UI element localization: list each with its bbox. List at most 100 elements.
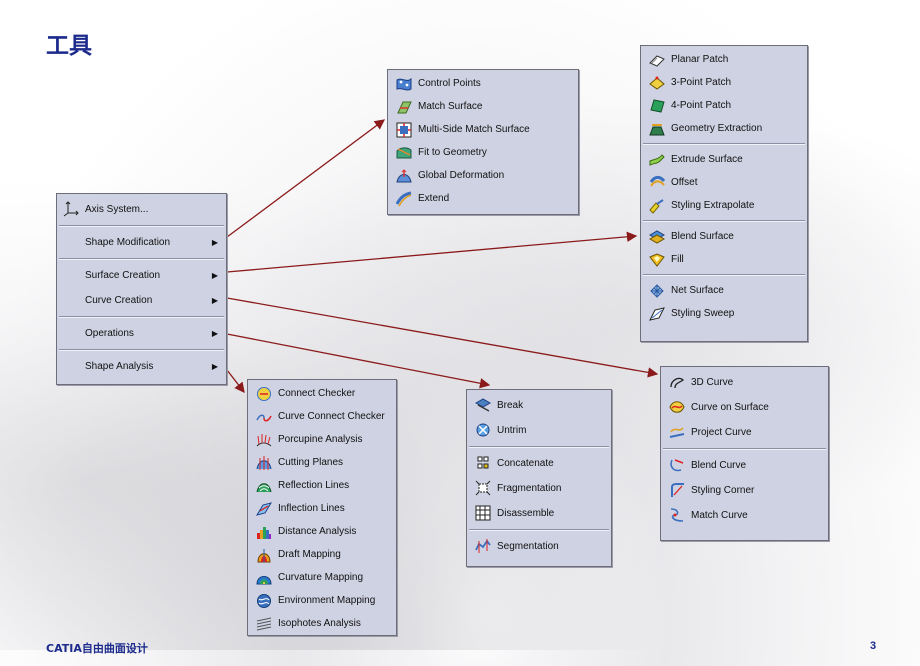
reflection-lines-button[interactable]: Reflection Lines	[248, 474, 396, 497]
cutting-planes-icon	[256, 456, 272, 470]
blend-curve-icon	[670, 459, 684, 472]
curve-on-surface-icon	[669, 401, 685, 413]
item-label: Match Curve	[691, 510, 748, 521]
extend-button[interactable]: Extend	[388, 187, 578, 210]
item-label: Match Surface	[418, 101, 483, 112]
menu-item-surface-creation[interactable]: Surface Creation ▶	[57, 263, 226, 288]
menu-item-axis-system[interactable]: Axis System...	[57, 197, 226, 222]
item-label: Inflection Lines	[278, 503, 345, 514]
styling-extrapolate-icon	[649, 199, 664, 214]
arrow-operations	[226, 333, 491, 389]
menu-item-label: Surface Creation	[85, 270, 161, 281]
porcupine-analysis-button[interactable]: Porcupine Analysis	[248, 428, 396, 451]
4-point-patch-icon	[650, 99, 665, 113]
disassemble-button[interactable]: Disassemble	[467, 501, 611, 526]
match-surface-button[interactable]: Match Surface	[388, 95, 578, 118]
control-points-button[interactable]: Control Points	[388, 72, 578, 95]
net-surface-button[interactable]: Net Surface	[641, 279, 807, 302]
shape-modification-toolbar: Control Points Match Surface Multi-Side …	[387, 69, 579, 215]
isophotes-analysis-button[interactable]: Isophotes Analysis	[248, 612, 396, 635]
environment-mapping-icon	[257, 594, 271, 608]
distance-analysis-button[interactable]: Distance Analysis	[248, 520, 396, 543]
segmentation-icon	[475, 539, 491, 553]
menu-separator	[59, 258, 224, 260]
geometry-extraction-button[interactable]: Geometry Extraction	[641, 117, 807, 140]
multi-side-match-surface-button[interactable]: Multi-Side Match Surface	[388, 118, 578, 141]
menu-item-label: Axis System...	[85, 204, 149, 215]
menu-item-label: Shape Analysis	[85, 361, 154, 372]
break-button[interactable]: Break	[467, 393, 611, 418]
reflection-lines-icon	[256, 483, 272, 493]
environment-mapping-button[interactable]: Environment Mapping	[248, 589, 396, 612]
item-label: Extrude Surface	[671, 154, 743, 165]
menu-item-operations[interactable]: Operations ▶	[57, 321, 226, 346]
project-curve-button[interactable]: Project Curve	[661, 420, 828, 445]
menu-separator	[643, 274, 805, 276]
planar-patch-icon	[649, 55, 665, 67]
styling-sweep-button[interactable]: Styling Sweep	[641, 302, 807, 325]
menu-separator	[469, 529, 609, 531]
multi-side-match-icon	[396, 122, 412, 138]
curvature-mapping-icon	[256, 576, 272, 585]
fragmentation-icon	[475, 480, 491, 496]
fill-button[interactable]: Fill	[641, 248, 807, 271]
item-label: Curvature Mapping	[278, 572, 364, 583]
menu-separator	[59, 349, 224, 351]
submenu-arrow-icon: ▶	[211, 238, 218, 247]
item-label: Blend Surface	[671, 231, 734, 242]
blend-curve-button[interactable]: Blend Curve	[661, 453, 828, 478]
extrude-surface-button[interactable]: Extrude Surface	[641, 148, 807, 171]
menu-item-label: Shape Modification	[85, 237, 171, 248]
item-label: 4-Point Patch	[671, 100, 732, 111]
arrow-surface-creation	[226, 231, 638, 273]
submenu-arrow-icon: ▶	[211, 296, 218, 305]
item-label: Untrim	[497, 425, 527, 436]
3d-curve-icon	[670, 377, 684, 389]
arrow-shape-analysis	[226, 369, 245, 394]
inflection-lines-button[interactable]: Inflection Lines	[248, 497, 396, 520]
menu-separator	[59, 225, 224, 227]
cutting-planes-button[interactable]: Cutting Planes	[248, 451, 396, 474]
submenu-arrow-icon: ▶	[211, 362, 218, 371]
arrow-curve-creation	[226, 297, 659, 378]
draft-mapping-button[interactable]: Draft Mapping	[248, 543, 396, 566]
planar-patch-button[interactable]: Planar Patch	[641, 48, 807, 71]
arrow-shape-modification	[226, 119, 386, 238]
connect-checker-button[interactable]: Connect Checker	[248, 382, 396, 405]
disassemble-icon	[475, 505, 491, 521]
menu-item-shape-modification[interactable]: Shape Modification ▶	[57, 230, 226, 255]
curve-connect-checker-button[interactable]: Curve Connect Checker	[248, 405, 396, 428]
item-label: Disassemble	[497, 508, 555, 519]
offset-button[interactable]: Offset	[641, 171, 807, 194]
break-icon	[475, 398, 491, 412]
3d-curve-button[interactable]: 3D Curve	[661, 370, 828, 395]
operations-toolbar: Break Untrim Concatenate Fragmentation D…	[466, 389, 612, 567]
item-label: Segmentation	[497, 541, 559, 552]
match-surface-icon	[397, 101, 412, 114]
curve-on-surface-button[interactable]: Curve on Surface	[661, 395, 828, 420]
match-curve-icon	[670, 508, 684, 522]
menu-item-curve-creation[interactable]: Curve Creation ▶	[57, 288, 226, 313]
extrude-surface-icon	[649, 154, 665, 166]
offset-icon	[649, 175, 665, 187]
menu-item-shape-analysis[interactable]: Shape Analysis ▶	[57, 354, 226, 379]
concatenate-button[interactable]: Concatenate	[467, 451, 611, 476]
blend-surface-button[interactable]: Blend Surface	[641, 225, 807, 248]
global-deformation-button[interactable]: Global Deformation	[388, 164, 578, 187]
4-point-patch-button[interactable]: 4-Point Patch	[641, 94, 807, 117]
footer-text: CATIA自由曲面设计	[46, 642, 148, 655]
curve-connect-checker-icon	[256, 414, 272, 422]
curvature-mapping-button[interactable]: Curvature Mapping	[248, 566, 396, 589]
item-label: 3D Curve	[691, 377, 734, 388]
match-curve-button[interactable]: Match Curve	[661, 503, 828, 528]
styling-corner-button[interactable]: Styling Corner	[661, 478, 828, 503]
fragmentation-button[interactable]: Fragmentation	[467, 476, 611, 501]
styling-extrapolate-button[interactable]: Styling Extrapolate	[641, 194, 807, 217]
insert-menu: Axis System... Shape Modification ▶ Surf…	[56, 193, 227, 385]
fit-to-geometry-button[interactable]: Fit to Geometry	[388, 141, 578, 164]
untrim-button[interactable]: Untrim	[467, 418, 611, 443]
segmentation-button[interactable]: Segmentation	[467, 534, 611, 559]
item-label: Environment Mapping	[278, 595, 376, 606]
styling-sweep-icon	[649, 307, 665, 321]
3-point-patch-button[interactable]: 3-Point Patch	[641, 71, 807, 94]
